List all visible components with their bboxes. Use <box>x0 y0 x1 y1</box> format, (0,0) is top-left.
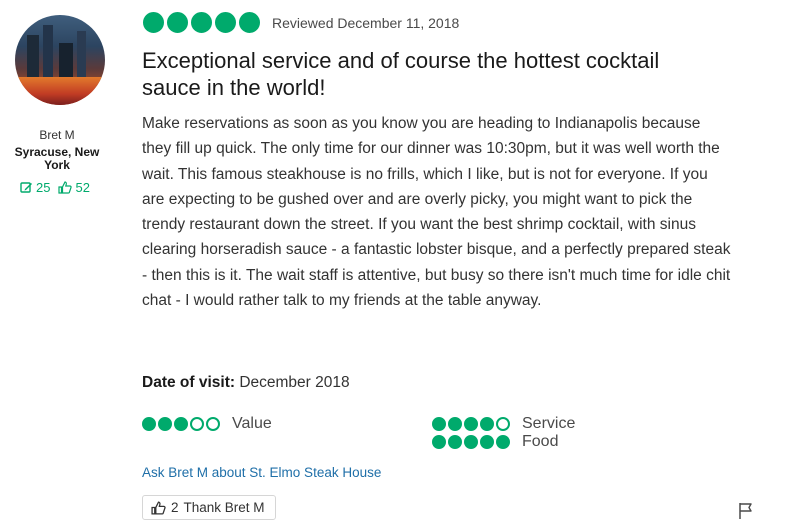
subrating-value: Value <box>142 415 272 433</box>
reviewed-date: Reviewed December 11, 2018 <box>272 14 460 31</box>
helpful-votes-count: 52 <box>75 180 90 195</box>
review-title[interactable]: Exceptional service and of course the ho… <box>142 47 702 101</box>
rating-bubbles <box>143 12 260 33</box>
food-rating-bubbles <box>432 435 510 449</box>
review-body: Make reservations as soon as you know yo… <box>142 115 731 310</box>
date-of-visit: Date of visit: December 2018 <box>142 374 350 392</box>
thank-label: Thank Bret M <box>183 500 265 515</box>
rating-bubble-filled <box>143 12 164 33</box>
thumbs-up-icon <box>151 500 166 515</box>
rating-bubble-filled <box>448 435 462 449</box>
subrating-value-label: Value <box>232 415 272 432</box>
subrating-service-label: Service <box>522 415 576 432</box>
rating-bubble-filled <box>215 12 236 33</box>
date-of-visit-label: Date of visit: <box>142 374 236 391</box>
flag-icon[interactable] <box>738 502 754 520</box>
rating-bubble-filled <box>174 417 188 431</box>
date-of-visit-value: December 2018 <box>239 374 350 391</box>
reviewer-location: Syracuse, New York <box>14 145 100 172</box>
rating-bubble-filled <box>158 417 172 431</box>
ask-reviewer-link[interactable]: Ask Bret M about St. Elmo Steak House <box>142 465 381 480</box>
helpful-votes-stat: 52 <box>58 180 90 195</box>
rating-bubble-filled <box>480 417 494 431</box>
service-rating-bubbles <box>432 417 510 431</box>
rating-bubble-filled <box>142 417 156 431</box>
rating-bubble-filled <box>432 417 446 431</box>
rating-bubble-filled <box>496 435 510 449</box>
subrating-food-label: Food <box>522 433 559 450</box>
reviewer-name[interactable]: Bret M <box>0 128 114 142</box>
rating-bubble-filled <box>167 12 188 33</box>
contributions-count: 25 <box>36 180 51 195</box>
rating-bubble-filled <box>239 12 260 33</box>
subrating-service: Service <box>432 415 575 433</box>
edit-icon <box>20 182 32 193</box>
rating-bubble-filled <box>464 435 478 449</box>
thank-button[interactable]: 2 Thank Bret M <box>142 495 276 520</box>
value-rating-bubbles <box>142 417 220 431</box>
thank-count: 2 <box>171 500 179 515</box>
rating-bubble-empty <box>496 417 510 431</box>
rating-bubble-filled <box>448 417 462 431</box>
thumbs-up-icon <box>58 181 73 194</box>
subrating-food: Food <box>432 433 558 451</box>
rating-bubble-filled <box>480 435 494 449</box>
avatar[interactable] <box>15 15 105 105</box>
rating-bubble-filled <box>464 417 478 431</box>
overall-rating: Reviewed December 11, 2018 <box>143 12 459 33</box>
rating-bubble-filled <box>432 435 446 449</box>
rating-bubble-empty <box>206 417 220 431</box>
reviewer-stats: 25 52 <box>20 180 90 195</box>
rating-bubble-filled <box>191 12 212 33</box>
rating-bubble-empty <box>190 417 204 431</box>
contributions-stat: 25 <box>20 180 50 195</box>
